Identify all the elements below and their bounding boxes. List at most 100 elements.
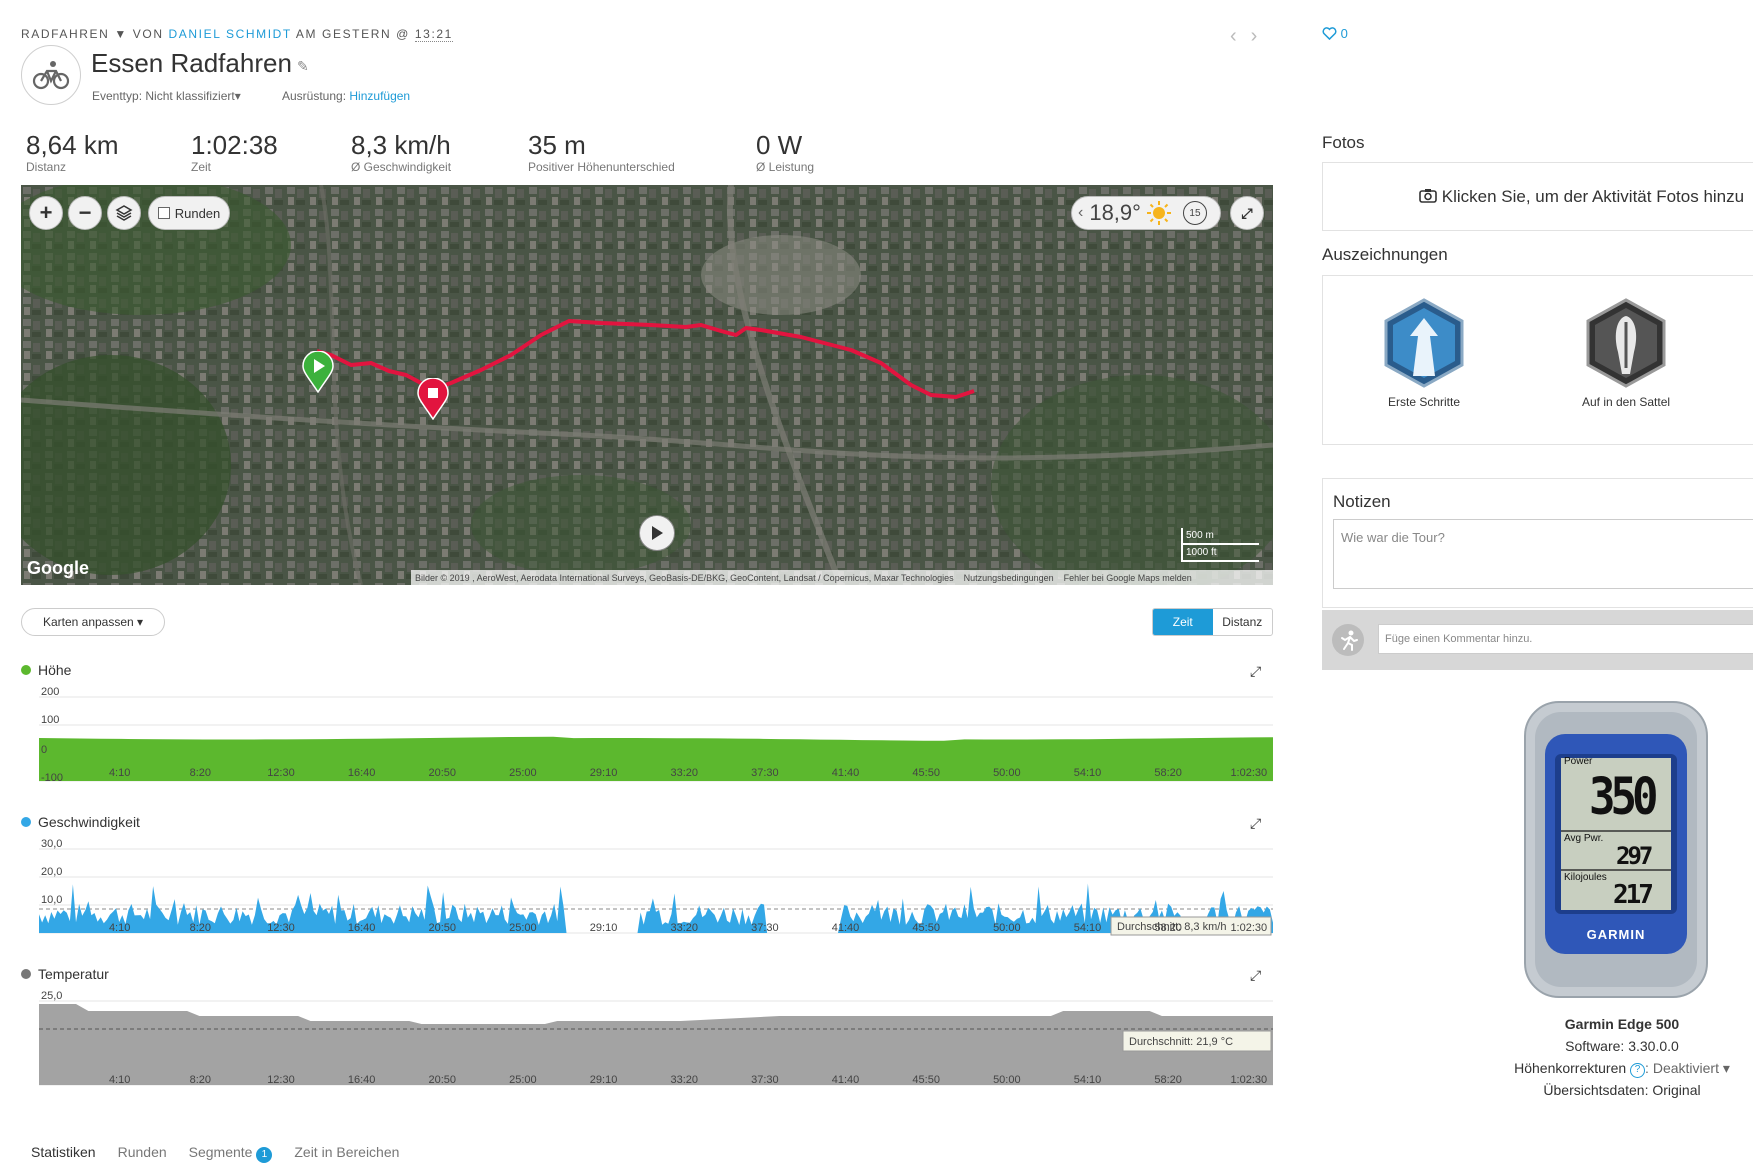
user-avatar (1332, 624, 1364, 656)
caret-down-icon[interactable]: ▾ (1719, 1060, 1730, 1076)
pencil-icon[interactable]: ✎ (297, 58, 309, 75)
attribution-text: Bilder © 2019 , AeroWest, Aerodata Inter… (415, 572, 954, 583)
tab-runden[interactable]: Runden (118, 1144, 167, 1163)
event-type-label: Eventtyp: (92, 89, 143, 103)
device-name: Garmin Edge 500 (1564, 1016, 1680, 1032)
chevron-left-icon[interactable]: ‹ (1078, 204, 1083, 222)
activity-time[interactable]: 13:21 (414, 27, 453, 42)
help-icon[interactable]: ? (1630, 1063, 1646, 1078)
x-tick-label: 20:50 (429, 1074, 457, 1086)
tab-segmente[interactable]: Segmente 1 (189, 1144, 273, 1163)
award-erste-schritte[interactable]: Erste Schritte (1364, 298, 1484, 409)
time-axis-button[interactable]: Zeit (1153, 609, 1213, 635)
cycling-icon (21, 45, 81, 105)
route-map[interactable]: + − Runden ‹ 18,9° 15 ⤢ Google 500 m 100… (21, 185, 1273, 585)
x-tick-label: 41:40 (832, 1074, 860, 1086)
event-type-value[interactable]: Nicht klassifiziert (145, 89, 234, 103)
x-tick-label: 4:10 (109, 922, 130, 934)
notes-title: Notizen (1333, 492, 1391, 511)
caret-down-icon[interactable]: ▼ (114, 27, 132, 41)
x-tick-label: 41:40 (832, 922, 860, 934)
elevation-correction-dropdown[interactable]: Deaktiviert (1653, 1060, 1719, 1076)
x-tick-label: 12:30 (267, 922, 295, 934)
customize-map-label: Karten anpassen (42, 615, 134, 629)
play-route-button[interactable] (639, 515, 675, 551)
comment-input[interactable]: Füge einen Kommentar hinzu. (1378, 624, 1753, 654)
x-tick-label: 25:00 (509, 1074, 537, 1086)
device-brand: GARMIN (1586, 927, 1646, 942)
am-text: AM GESTERN @ (295, 27, 410, 41)
x-tick-label: 16:40 (348, 767, 376, 779)
y-tick-label: 200 (41, 686, 59, 698)
speed-chart-title: Geschwindigkeit (21, 814, 140, 830)
x-tick-label: 45:50 (912, 1074, 940, 1086)
x-tick-label: 54:10 (1074, 1074, 1102, 1086)
activity-nav: ‹› (1230, 25, 1271, 48)
stat-label: Ø Geschwindigkeit (351, 160, 452, 174)
add-photos-button[interactable]: Klicken Sie, um der Aktivität Fotos hinz… (1322, 162, 1753, 231)
finish-marker-icon[interactable] (417, 378, 449, 420)
elevation-dot (21, 665, 31, 675)
caret-down-icon[interactable]: ▾ (235, 89, 241, 103)
x-tick-label: 37:30 (751, 767, 779, 779)
x-tick-label: 33:20 (670, 767, 698, 779)
laps-toggle[interactable]: Runden (148, 196, 230, 230)
fullscreen-button[interactable]: ⤢ (1230, 196, 1264, 230)
tab-segmente-label: Segmente (188, 1144, 253, 1160)
average-label: Durchschnitt: 21,9 °C (1122, 1030, 1272, 1052)
stat-label: Positiver Höhenunterschied (528, 160, 675, 174)
start-marker-icon[interactable] (302, 351, 334, 393)
stat-time: 1:02:38 Zeit (191, 130, 278, 174)
elevation-chart[interactable]: 2001000-1000-1004:108:2012:3016:4020:502… (21, 685, 1275, 785)
customize-map-dropdown[interactable]: Karten anpassen ▾ (21, 608, 165, 636)
distance-axis-button[interactable]: Distanz (1213, 609, 1273, 635)
device-screen-avg-label: Avg Pwr. (1564, 833, 1604, 844)
x-tick-label: 8:20 (190, 1074, 211, 1086)
x-tick-label: 50:00 (993, 767, 1021, 779)
zoom-out-button[interactable]: − (68, 196, 102, 230)
prev-arrow-icon[interactable]: ‹ (1230, 25, 1251, 47)
x-tick-label: 20:50 (429, 767, 457, 779)
expand-icon[interactable]: ⤢ (1250, 967, 1261, 984)
stat-value: 0 W (756, 130, 803, 160)
like-button[interactable]: 0 (1322, 26, 1348, 41)
activity-title[interactable]: Essen Radfahren (91, 48, 292, 79)
activity-type-link[interactable]: RADFAHREN (21, 27, 109, 41)
layers-button[interactable] (107, 196, 141, 230)
stat-power: 0 W Ø Leistung (756, 130, 814, 174)
temperature-title: Temperatur (38, 966, 109, 982)
weather-widget[interactable]: ‹ 18,9° 15 (1071, 196, 1221, 230)
equipment-label: Ausrüstung: (282, 89, 347, 103)
x-tick-label: 29:10 (590, 922, 618, 934)
timer-icon[interactable]: 15 (1182, 201, 1207, 225)
x-tick-label: 25:00 (509, 767, 537, 779)
stat-value: 8,64 km (26, 130, 119, 160)
stat-distance: 8,64 km Distanz (26, 130, 119, 174)
expand-icon[interactable]: ⤢ (1250, 663, 1261, 680)
y-tick-label: 100 (41, 714, 59, 726)
speed-chart[interactable]: 30,020,010,00,0Durchschnitt: 8,3 km/h4:1… (21, 837, 1275, 937)
event-type[interactable]: Eventtyp: Nicht klassifiziert▾ (92, 89, 241, 103)
layers-icon (115, 205, 133, 221)
temperature-chart[interactable]: 25,020,015,0Durchschnitt: 21,9 °C4:108:2… (21, 989, 1275, 1089)
elevation-correction: Höhenkorrekturen ?: Deaktiviert ▾ (1514, 1060, 1730, 1078)
tab-statistiken[interactable]: Statistiken (31, 1144, 96, 1163)
timer-badge: 15 (1189, 207, 1201, 219)
author-link[interactable]: DANIEL SCHMIDT (169, 27, 292, 41)
x-tick-label: 16:40 (348, 1074, 376, 1086)
laps-label: Runden (174, 205, 221, 221)
next-arrow-icon[interactable]: › (1251, 25, 1272, 47)
terms-link[interactable]: Nutzungsbedingungen (964, 573, 1054, 583)
notes-textarea[interactable]: Wie war die Tour? (1333, 519, 1753, 589)
laps-checkbox[interactable] (157, 207, 170, 219)
x-tick-label: 1:02:30 (1230, 1074, 1267, 1086)
x-tick-label: 54:10 (1074, 922, 1102, 934)
zoom-in-button[interactable]: + (29, 196, 63, 230)
x-tick-label: 8:20 (190, 922, 211, 934)
expand-icon[interactable]: ⤢ (1250, 815, 1261, 832)
equipment-add-link[interactable]: Hinzufügen (349, 89, 410, 103)
award-auf-in-den-sattel[interactable]: Auf in den Sattel (1566, 298, 1686, 409)
stat-speed: 8,3 km/h Ø Geschwindigkeit (351, 130, 451, 174)
report-error-link[interactable]: Fehler bei Google Maps melden (1064, 573, 1192, 583)
tab-zeit-bereiche[interactable]: Zeit in Bereichen (294, 1144, 399, 1163)
